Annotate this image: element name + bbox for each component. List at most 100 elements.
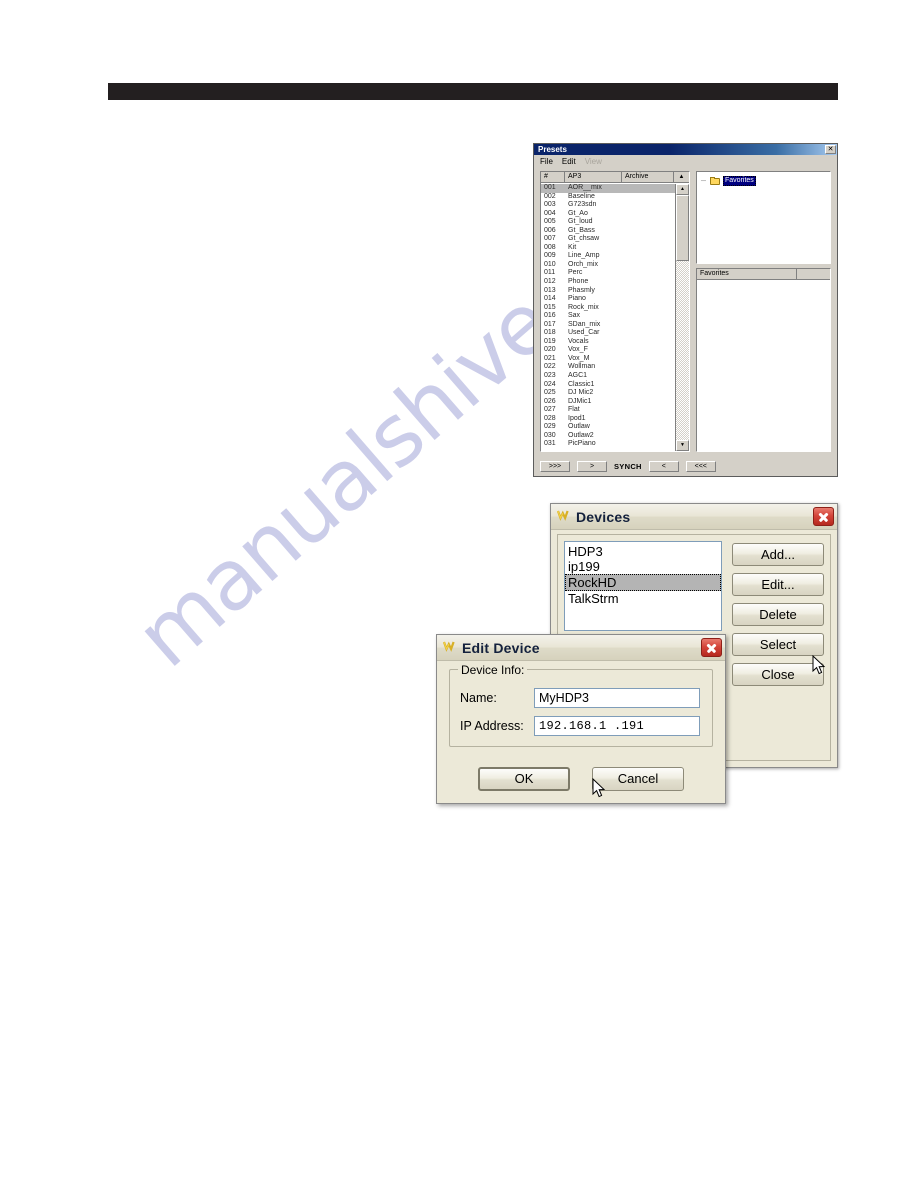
device-list-item[interactable]: ip199 xyxy=(565,559,721,574)
preset-name: Outlaw xyxy=(568,423,590,431)
preset-list-scrollbar[interactable]: ▲ ▼ xyxy=(675,184,689,451)
preset-number: 014 xyxy=(544,295,556,303)
preset-name: Vocals xyxy=(568,337,589,345)
preset-name: Gt_loud xyxy=(568,218,593,226)
column-header-archive[interactable]: Archive xyxy=(622,172,674,182)
preset-number: 013 xyxy=(544,286,556,294)
preset-row[interactable]: 022 Wollman xyxy=(541,363,675,372)
preset-row[interactable]: 001 AOR__mix xyxy=(541,184,675,193)
preset-number: 024 xyxy=(544,380,556,388)
preset-row[interactable]: 020 Vox_F xyxy=(541,346,675,355)
scroll-up-button[interactable]: ▲ xyxy=(676,184,689,195)
preset-row[interactable]: 030 Outlaw2 xyxy=(541,432,675,441)
preset-row[interactable]: 005 Gt_loud xyxy=(541,218,675,227)
preset-number: 018 xyxy=(544,329,556,337)
preset-name: G723sdn xyxy=(568,201,597,209)
preset-number: 012 xyxy=(544,278,556,286)
devices-titlebar[interactable]: Devices xyxy=(551,504,837,530)
device-list-item[interactable]: TalkStrm xyxy=(565,591,721,606)
device-list-item[interactable]: RockHD xyxy=(565,574,721,591)
preset-number: 022 xyxy=(544,363,556,371)
preset-name: Piano xyxy=(568,295,586,303)
preset-row[interactable]: 024 Classic1 xyxy=(541,381,675,390)
preset-row[interactable]: 010 Orch_mix xyxy=(541,261,675,270)
menu-file[interactable]: File xyxy=(540,157,553,166)
preset-row[interactable]: 013 Phasmly xyxy=(541,287,675,296)
close-icon[interactable]: ✕ xyxy=(825,145,836,154)
select-device-button[interactable]: Select xyxy=(732,633,824,656)
preset-row[interactable]: 014 Piano xyxy=(541,295,675,304)
preset-row[interactable]: 002 Baseline xyxy=(541,193,675,202)
device-list-item[interactable]: HDP3 xyxy=(565,544,721,559)
preset-number: 025 xyxy=(544,389,556,397)
preset-number: 003 xyxy=(544,201,556,209)
send-all-button[interactable]: >>> xyxy=(540,461,570,472)
preset-row[interactable]: 019 Vocals xyxy=(541,338,675,347)
device-action-buttons: Add... Edit... Delete Select Close xyxy=(732,541,824,754)
preset-row[interactable]: 003 G723sdn xyxy=(541,201,675,210)
preset-row[interactable]: 026 DJMic1 xyxy=(541,398,675,407)
ip-address-input[interactable]: 192.168.1 .191 xyxy=(534,715,700,736)
edit-device-dialog: Edit Device Device Info: Name: MyHDP3 IP… xyxy=(436,634,726,804)
preset-name: Line_Amp xyxy=(568,252,600,260)
favorites-list[interactable]: Favorites xyxy=(696,268,831,452)
close-icon[interactable] xyxy=(701,638,722,657)
tree-expander-icon[interactable]: ─ xyxy=(701,178,708,185)
get-one-button[interactable]: < xyxy=(648,461,679,472)
preset-row[interactable]: 004 Gt_Ao xyxy=(541,210,675,219)
preset-row[interactable]: 006 Gt_Bass xyxy=(541,227,675,236)
preset-number: 021 xyxy=(544,354,556,362)
add-device-button[interactable]: Add... xyxy=(732,543,824,566)
name-input[interactable]: MyHDP3 xyxy=(534,687,700,708)
edit-device-titlebar[interactable]: Edit Device xyxy=(437,635,725,661)
preset-row[interactable]: 031 PicPiano xyxy=(541,440,675,449)
preset-row[interactable]: 029 Outlaw xyxy=(541,423,675,432)
preset-name: SDan_mix xyxy=(568,320,601,328)
favorites-column-extra[interactable] xyxy=(797,269,830,279)
device-info-legend: Device Info: xyxy=(458,663,528,677)
preset-number: 023 xyxy=(544,372,556,380)
preset-row[interactable]: 027 Flat xyxy=(541,406,675,415)
preset-row[interactable]: 011 Perc xyxy=(541,269,675,278)
scroll-down-button[interactable]: ▼ xyxy=(676,440,689,451)
column-header-ap3[interactable]: AP3 xyxy=(565,172,622,182)
tree-node-label: Favorites xyxy=(723,176,756,186)
close-icon[interactable] xyxy=(813,507,834,526)
preset-row[interactable]: 023 AGC1 xyxy=(541,372,675,381)
get-all-button[interactable]: <<< xyxy=(685,461,716,472)
cancel-button[interactable]: Cancel xyxy=(592,767,684,791)
preset-number: 004 xyxy=(544,209,556,217)
device-info-groupbox: Device Info: Name: MyHDP3 IP Address: 19… xyxy=(449,663,713,747)
preset-name: Wollman xyxy=(568,363,596,371)
synch-label: SYNCH xyxy=(614,462,642,471)
preset-row[interactable]: 028 Ipod1 xyxy=(541,415,675,424)
preset-row[interactable]: 017 SDan_mix xyxy=(541,321,675,330)
preset-number: 007 xyxy=(544,235,556,243)
send-one-button[interactable]: > xyxy=(577,461,607,472)
preset-row[interactable]: 009 Line_Amp xyxy=(541,252,675,261)
preset-row[interactable]: 008 Kit xyxy=(541,244,675,253)
preset-name: DJ Mic2 xyxy=(568,389,594,397)
preset-number: 019 xyxy=(544,337,556,345)
preset-row[interactable]: 021 Vox_M xyxy=(541,355,675,364)
preset-row[interactable]: 016 Sax xyxy=(541,312,675,321)
menu-edit[interactable]: Edit xyxy=(562,157,576,166)
delete-device-button[interactable]: Delete xyxy=(732,603,824,626)
device-list[interactable]: HDP3 ip199 RockHD TalkStrm xyxy=(564,541,722,631)
preset-row[interactable]: 018 Used_Car xyxy=(541,329,675,338)
preset-row[interactable]: 007 Gt_chsaw xyxy=(541,235,675,244)
edit-device-button[interactable]: Edit... xyxy=(732,573,824,596)
scrollbar-thumb[interactable] xyxy=(676,195,689,261)
preset-row[interactable]: 025 DJ Mic2 xyxy=(541,389,675,398)
preset-rows[interactable]: 001 AOR__mix 002 Baseline 003 G723sdn 004 Gt_Ao… xyxy=(541,184,675,451)
preset-row[interactable]: 015 Rock_mix xyxy=(541,304,675,313)
presets-titlebar[interactable]: Presets ✕ xyxy=(534,144,837,155)
preset-row[interactable]: 012 Phone xyxy=(541,278,675,287)
ok-button[interactable]: OK xyxy=(478,767,570,791)
tree-node-favorites[interactable]: ─ Favorites xyxy=(701,176,830,186)
favorites-tree[interactable]: ─ Favorites xyxy=(696,171,831,264)
column-header-number[interactable]: # xyxy=(541,172,565,182)
sort-ascending-icon[interactable]: ▲ xyxy=(674,172,689,182)
favorites-column-name[interactable]: Favorites xyxy=(697,269,797,279)
close-devices-button[interactable]: Close xyxy=(732,663,824,686)
